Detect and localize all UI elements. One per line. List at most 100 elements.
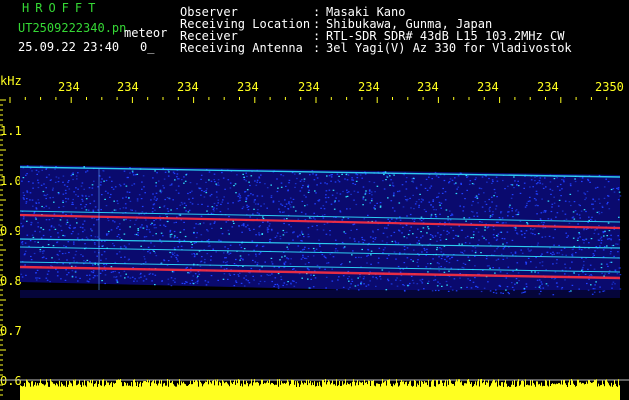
noise-speckle	[474, 277, 476, 279]
noise-speckle	[422, 199, 424, 201]
amplitude-bar	[99, 380, 100, 400]
amplitude-bar	[49, 386, 50, 400]
noise-speckle	[372, 230, 374, 232]
noise-speckle	[72, 203, 74, 205]
amplitude-bar	[499, 385, 500, 400]
noise-speckle	[478, 193, 480, 195]
amplitude-bar	[134, 379, 135, 400]
noise-speckle	[238, 193, 241, 195]
amplitude-bar	[145, 381, 146, 400]
amplitude-bar	[444, 382, 445, 400]
noise-speckle	[183, 283, 186, 285]
noise-speckle	[516, 232, 518, 234]
noise-speckle	[484, 201, 486, 203]
noise-speckle	[346, 208, 348, 210]
noise-speckle	[141, 224, 143, 226]
noise-speckle	[411, 218, 414, 221]
noise-speckle	[143, 236, 146, 238]
noise-speckle	[29, 192, 32, 194]
noise-speckle	[450, 214, 452, 217]
noise-speckle	[507, 211, 509, 213]
noise-speckle	[175, 189, 178, 191]
amplitude-bar	[210, 382, 211, 400]
noise-speckle	[515, 278, 518, 280]
noise-speckle	[283, 263, 286, 266]
noise-speckle	[598, 225, 600, 227]
amplitude-bar	[459, 379, 460, 400]
noise-speckle	[409, 282, 411, 285]
amplitude-bar	[242, 386, 243, 400]
amplitude-bar	[57, 384, 58, 400]
noise-speckle	[213, 207, 215, 209]
noise-speckle	[363, 218, 366, 220]
noise-speckle	[123, 170, 126, 172]
noise-speckle	[217, 179, 220, 181]
noise-speckle	[283, 282, 286, 284]
noise-speckle	[305, 257, 308, 260]
noise-speckle	[460, 287, 463, 289]
amplitude-bar	[575, 386, 576, 400]
noise-speckle	[266, 207, 268, 209]
noise-speckle	[436, 247, 439, 249]
noise-speckle	[474, 252, 477, 254]
noise-speckle	[307, 268, 309, 270]
noise-speckle	[341, 219, 344, 221]
amplitude-bar	[526, 385, 527, 400]
noise-speckle	[185, 204, 187, 207]
noise-speckle	[66, 219, 69, 221]
noise-speckle	[363, 276, 365, 278]
noise-speckle	[50, 236, 52, 238]
noise-speckle	[184, 180, 187, 182]
noise-speckle	[264, 261, 266, 263]
amplitude-bar	[138, 387, 139, 400]
antenna-key: Receiving Antenna	[180, 41, 303, 55]
noise-speckle	[337, 179, 340, 181]
noise-speckle	[252, 259, 254, 261]
amplitude-bar	[199, 380, 200, 400]
noise-speckle	[243, 223, 245, 225]
noise-speckle	[122, 197, 124, 199]
noise-speckle	[193, 232, 195, 234]
noise-speckle	[173, 255, 176, 257]
noise-speckle	[396, 277, 398, 279]
noise-speckle	[254, 180, 256, 182]
noise-speckle	[216, 196, 218, 198]
noise-speckle	[583, 209, 586, 211]
noise-speckle	[159, 215, 161, 217]
amplitude-bar	[123, 386, 124, 400]
noise-speckle	[469, 279, 471, 281]
noise-speckle	[200, 174, 203, 176]
noise-speckle	[215, 183, 217, 185]
noise-speckle	[488, 198, 490, 201]
noise-speckle	[258, 226, 261, 228]
amplitude-bar	[310, 381, 311, 400]
noise-speckle	[286, 284, 288, 286]
noise-speckle	[437, 289, 440, 292]
noise-speckle	[191, 253, 193, 255]
amplitude-bar	[474, 384, 475, 400]
amplitude-bar	[512, 381, 513, 400]
amplitude-bar	[178, 384, 179, 400]
noise-speckle	[537, 242, 539, 244]
noise-speckle	[199, 187, 202, 189]
noise-speckle	[43, 183, 45, 185]
noise-speckle	[530, 271, 533, 273]
noise-speckle	[571, 261, 573, 263]
amplitude-bar	[132, 386, 133, 400]
noise-speckle	[129, 226, 131, 228]
amplitude-bar	[321, 386, 322, 400]
noise-speckle	[352, 182, 354, 185]
amplitude-bar	[389, 379, 390, 400]
noise-speckle	[538, 180, 541, 182]
noise-speckle	[355, 180, 358, 182]
noise-speckle	[88, 274, 91, 276]
noise-speckle	[541, 261, 544, 263]
noise-speckle	[189, 282, 192, 285]
noise-speckle	[173, 222, 176, 224]
noise-speckle	[358, 241, 360, 243]
noise-speckle	[405, 224, 408, 226]
noise-speckle	[49, 197, 52, 199]
amplitude-bar	[277, 379, 278, 400]
noise-speckle	[131, 209, 133, 211]
noise-speckle	[252, 194, 254, 196]
